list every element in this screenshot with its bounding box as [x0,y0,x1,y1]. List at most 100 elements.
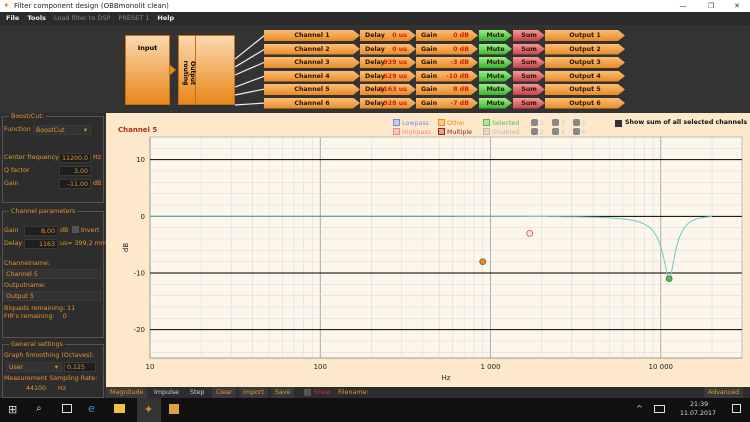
maximize-button[interactable]: ❐ [700,0,722,12]
menu-preset[interactable]: PRESET 1 [118,12,149,25]
output-name: Output 3 [569,59,601,66]
gain-block[interactable]: Gain -7 dB [416,98,478,109]
delay-label: Delay [365,59,385,66]
clear-button[interactable]: Clear [212,387,237,398]
gain-block[interactable]: Gain -3 dB [416,57,478,68]
output-name: Output 5 [569,86,601,93]
invert-checkbox[interactable] [72,226,79,233]
sum-button[interactable]: Sum [513,98,545,109]
chart-panel: Channel 5 Lowpass Highpass Other Multiple Se… [106,113,750,387]
gain-block[interactable]: Gain 0 dB [416,44,478,55]
filter-app-taskbar-icon[interactable]: ✦ [137,398,161,422]
ch-delay-input[interactable]: 1163 [24,239,58,249]
media-app-icon[interactable] [169,404,179,414]
clock-time[interactable]: 21:39 [690,401,708,408]
menu-help[interactable]: Help [157,12,174,25]
mute-button[interactable]: Mute [479,98,512,109]
channel-params-title: Channel parameters [11,208,76,215]
cf-unit: Hz [93,154,102,161]
sum-button[interactable]: Sum [513,84,545,95]
title-bar: ✦ Filter component design (OBBmonolit cl… [0,0,750,12]
channel-name: Channel 1 [294,32,330,39]
rate-value[interactable]: 44100 [26,385,46,392]
channel-button[interactable]: Channel 1 [264,30,360,41]
sum-button[interactable]: Sum [513,71,545,82]
menu-bar: File Tools Load filter to DSP PRESET 1 H… [0,12,750,25]
app-icon: ✦ [3,1,10,10]
keyboard-icon[interactable] [654,405,665,413]
channel-button[interactable]: Channel 4 [264,71,360,82]
mute-button[interactable]: Mute [479,44,512,55]
input-block[interactable]: Input [125,35,170,105]
gain-block[interactable]: Gain 8 dB [416,84,478,95]
bottom-toolbar: Magnitude Impulse Step Clear Import Save… [106,387,750,398]
bc-gain-input[interactable]: -11,00 [59,179,91,189]
delay-block[interactable]: Delay 939 us [360,57,416,68]
mute-button[interactable]: Mute [479,84,512,95]
mute-button[interactable]: Mute [479,30,512,41]
close-button[interactable]: ✕ [726,0,748,12]
notifications-icon[interactable] [732,404,741,413]
output-block[interactable]: Output 1 [545,30,625,41]
sum-button[interactable]: Sum [513,30,545,41]
show-label: Show [314,389,331,396]
gain-block[interactable]: Gain 0 dB [416,30,478,41]
output-block[interactable]: Output 4 [545,71,625,82]
task-view-icon[interactable] [62,404,72,413]
smoothing-mode-select[interactable]: User ▾ [6,362,62,372]
gain-block[interactable]: Gain -10 dB [416,71,478,82]
advanced-button[interactable]: Advanced [704,387,744,398]
output-routing-block[interactable]: Output routing [178,35,235,105]
channelname-label: Channelname: [4,260,50,267]
outputname-input[interactable]: Output 5 [3,291,101,301]
ch-gain-input[interactable]: 8,00 [24,226,58,236]
mute-label: Mute [486,59,505,66]
delay-block[interactable]: Delay 0 us [360,44,416,55]
delay-block[interactable]: Delay 0 us [360,30,416,41]
gain-value: 0 dB [453,32,469,39]
chevron-up-icon[interactable]: ^ [636,404,643,413]
channelname-input[interactable]: Channel 5 [3,269,101,279]
channel-button[interactable]: Channel 3 [264,57,360,68]
mute-button[interactable]: Mute [479,71,512,82]
sum-button[interactable]: Sum [513,57,545,68]
channel-button[interactable]: Channel 6 [264,98,360,109]
minimize-button[interactable]: — [672,0,694,12]
tab-impulse[interactable]: Impulse [150,387,183,398]
search-icon[interactable]: ⌕ [36,403,42,414]
menu-tools[interactable]: Tools [27,12,46,25]
output-block[interactable]: Output 6 [545,98,625,109]
output-block[interactable]: Output 5 [545,84,625,95]
tab-step[interactable]: Step [186,387,208,398]
tab-magnitude[interactable]: Magnitude [106,387,148,398]
file-explorer-icon[interactable] [114,404,125,413]
q-input[interactable]: 3,00 [59,166,91,176]
windows-start-icon[interactable]: ⊞ [8,403,17,416]
filter-handle-highpass [526,229,534,237]
import-button[interactable]: Import [239,387,268,398]
smoothing-input[interactable]: 0,125 [64,362,96,372]
filter-handle-selected [665,275,673,283]
save-button[interactable]: Save [271,387,295,398]
mute-button[interactable]: Mute [479,57,512,68]
cf-input[interactable]: 11200,0 [59,153,91,163]
output-block[interactable]: Output 3 [545,57,625,68]
function-select[interactable]: BoostCut ▾ [33,125,91,135]
edge-icon[interactable]: e [88,402,95,415]
sum-label: Sum [521,99,537,107]
delay-block[interactable]: Delay 629 us [360,71,416,82]
output-block[interactable]: Output 2 [545,44,625,55]
menu-load-filter[interactable]: Load filter to DSP [54,12,111,25]
delay-block[interactable]: Delay 1163 us [360,84,416,95]
sum-label: Sum [521,59,537,66]
clock-date[interactable]: 11.07.2017 [680,410,716,417]
channel-name: Channel 5 [294,86,330,93]
input-arrow [170,65,176,75]
channel-button[interactable]: Channel 2 [264,44,360,55]
menu-file[interactable]: File [6,12,19,25]
sum-button[interactable]: Sum [513,44,545,55]
channel-button[interactable]: Channel 5 [264,84,360,95]
delay-block[interactable]: Delay 928 us [360,98,416,109]
magnitude-plot[interactable]: 100-10-2010 100 1 000 10 000HzdB [106,113,750,387]
boostcut-title: Boost/Cut: [11,113,44,120]
